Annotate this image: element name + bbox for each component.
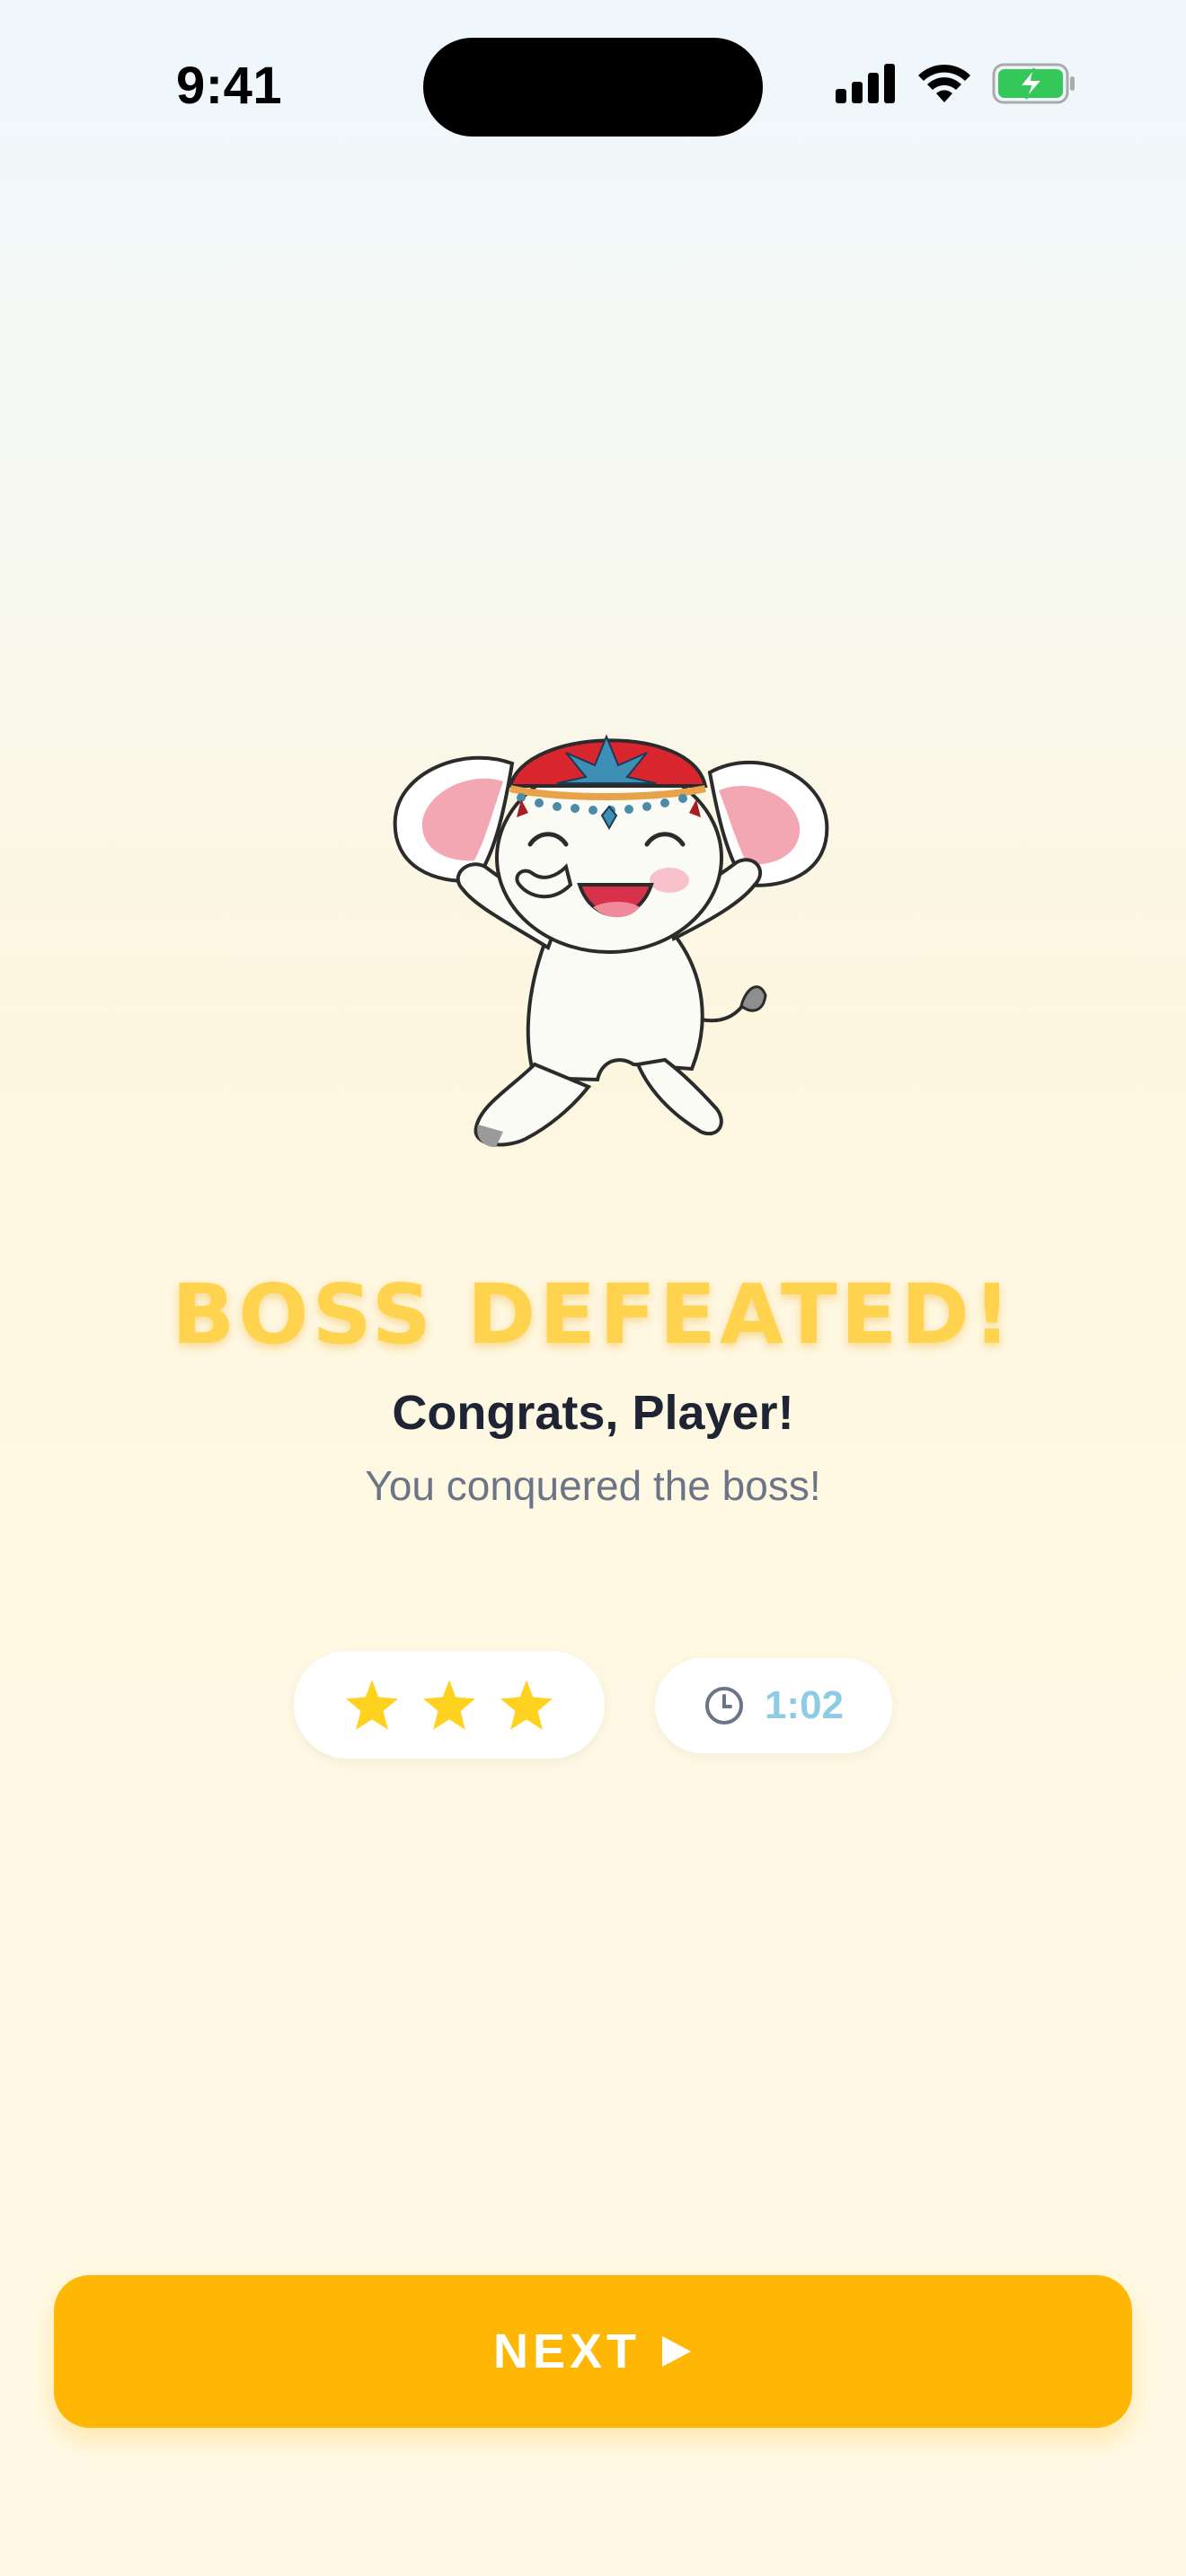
play-triangle-icon (662, 2336, 692, 2367)
elephant-mascot (377, 710, 845, 1159)
boss-defeated-screen: 9:41 BOSS DEFEATED! Congrats, Player! Yo… (0, 0, 1186, 2576)
status-time: 9:41 (176, 57, 283, 115)
next-label: NEXT (492, 2325, 642, 2378)
battery-charging-icon (992, 63, 1076, 109)
time-value: 1:02 (764, 1683, 845, 1727)
clock-icon (704, 1687, 743, 1725)
next-button[interactable]: NEXT (54, 2275, 1132, 2428)
signal-icon (836, 64, 897, 108)
wifi-icon (916, 63, 972, 109)
greeting: Congrats, Player! (392, 1386, 794, 1440)
status-icons (836, 63, 1076, 109)
dynamic-island (423, 38, 763, 137)
star-icon (423, 1680, 475, 1730)
time-badge: 1:02 (655, 1658, 892, 1753)
headline: BOSS DEFEATED! (172, 1266, 1014, 1363)
star-icon (346, 1680, 398, 1730)
star-icon (500, 1680, 553, 1730)
result-message: You conquered the boss! (365, 1462, 821, 1509)
stars-rating (294, 1651, 605, 1759)
